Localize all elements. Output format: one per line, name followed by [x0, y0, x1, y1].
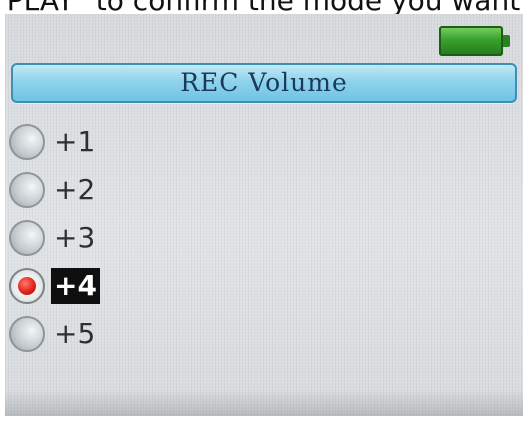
option-label: +3 — [54, 221, 96, 254]
option-label: +2 — [54, 173, 96, 206]
menu-title: REC Volume — [180, 68, 348, 97]
radio-dot-icon — [18, 277, 36, 295]
device-photo: PLAY" to confirm the mode you want REC V… — [0, 0, 527, 422]
radio-button-icon[interactable] — [9, 172, 45, 208]
option-plus-5[interactable]: +5 — [9, 314, 209, 354]
option-plus-2[interactable]: +2 — [9, 170, 209, 210]
option-plus-3[interactable]: +3 — [9, 218, 209, 258]
option-plus-4[interactable]: +4 — [9, 266, 209, 306]
battery-body — [439, 26, 503, 56]
option-label: +1 — [54, 125, 96, 158]
option-label: +5 — [54, 317, 96, 350]
radio-button-icon[interactable] — [9, 316, 45, 352]
battery-terminal — [503, 35, 510, 47]
lcd-screen: REC Volume +1 +2 +3 +4 +5 — [5, 14, 523, 416]
radio-button-icon[interactable] — [9, 220, 45, 256]
battery-icon — [439, 26, 511, 56]
option-label-selected: +4 — [51, 268, 100, 304]
menu-title-bar: REC Volume — [11, 63, 517, 103]
radio-button-selected-icon[interactable] — [9, 268, 45, 304]
option-plus-1[interactable]: +1 — [9, 122, 209, 162]
radio-button-icon[interactable] — [9, 124, 45, 160]
